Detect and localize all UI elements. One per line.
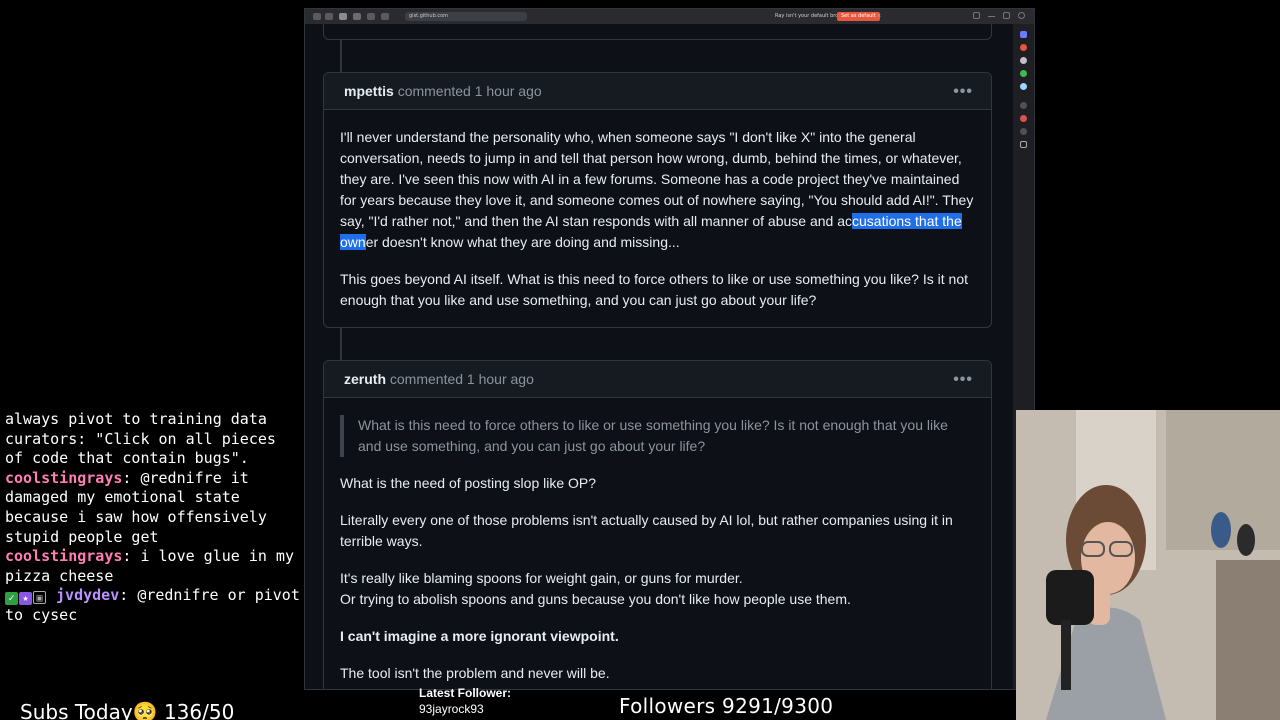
latest-follower-label: Latest Follower:	[419, 686, 512, 700]
stream-chat: always pivot to training data curators: …	[0, 410, 300, 626]
forward-icon[interactable]	[339, 13, 347, 20]
latest-follower-name: 93jayrock93	[419, 702, 484, 716]
app-icon[interactable]	[1020, 57, 1027, 64]
app-icon[interactable]	[1020, 102, 1027, 109]
app-icon[interactable]	[1020, 31, 1027, 38]
extensions-icon[interactable]	[973, 12, 980, 19]
app-icon[interactable]	[1020, 44, 1027, 51]
github-page: mpettis commented 1 hour ago ••• I'll ne…	[305, 24, 1013, 689]
chat-message: coolstingrays: i love glue in my pizza c…	[5, 547, 300, 586]
close-window-icon[interactable]	[1018, 12, 1025, 19]
chat-text: always pivot to training data curators: …	[5, 410, 285, 468]
comment-author[interactable]: zeruth	[344, 371, 386, 387]
app-icon[interactable]	[1020, 115, 1027, 122]
comment-paragraph: The tool isn't the problem and never wil…	[340, 665, 610, 681]
address-bar[interactable]: gist.github.com	[405, 12, 527, 21]
sub-badge-icon: ▣	[33, 591, 46, 605]
comment-meta[interactable]: commented 1 hour ago	[390, 371, 534, 387]
browser-titlebar: gist.github.com Ray isn't your default b…	[305, 9, 1034, 24]
maximize-icon[interactable]	[1003, 12, 1010, 19]
subs-today-counter: Subs Today🥺 136/50	[20, 700, 235, 720]
star-badge-icon: ★	[19, 592, 32, 606]
comment-paragraph: Literally every one of those problems is…	[340, 512, 953, 549]
sidebar-toggle-icon[interactable]	[313, 13, 321, 20]
chat-username: coolstingrays	[5, 468, 123, 487]
previous-comment	[323, 24, 992, 40]
close-banner-icon[interactable]: ×	[877, 12, 881, 21]
comment-author[interactable]: mpettis	[344, 83, 394, 99]
chat-message: coolstingrays: @rednifre it damaged my e…	[5, 469, 300, 547]
set-default-button[interactable]: Set as default	[837, 12, 880, 21]
comment-card: zeruth commented 1 hour ago ••• What is …	[323, 360, 992, 689]
app-icon[interactable]	[1020, 128, 1027, 135]
app-icon[interactable]	[1020, 70, 1027, 77]
reload-icon[interactable]	[353, 13, 361, 20]
comment-body: What is this need to force others to lik…	[324, 398, 991, 684]
chat-username: coolstingrays	[5, 547, 123, 566]
back-icon[interactable]	[325, 13, 333, 20]
comment-card: mpettis commented 1 hour ago ••• I'll ne…	[323, 72, 992, 328]
check-badge-icon: ✓	[5, 592, 18, 606]
quoted-text: What is this need to force others to lik…	[340, 415, 975, 457]
comment-paragraph: I'll never understand the personality wh…	[340, 127, 975, 253]
webcam-feed	[1016, 410, 1280, 720]
comment-header: mpettis commented 1 hour ago •••	[324, 73, 991, 110]
comment-meta[interactable]: commented 1 hour ago	[398, 83, 542, 99]
timeline-connector	[340, 328, 342, 360]
comment-paragraph: I can't imagine a more ignorant viewpoin…	[340, 628, 619, 644]
comment-body: I'll never understand the personality wh…	[324, 110, 991, 311]
chat-message: ✓ ★ ▣ jvdydev: @rednifre or pivot to cysec	[5, 586, 300, 625]
comment-header: zeruth commented 1 hour ago •••	[324, 361, 991, 398]
tab-icon[interactable]	[367, 13, 375, 20]
app-icon[interactable]	[1020, 83, 1027, 90]
chat-username: jvdydev	[56, 586, 120, 605]
app-icon[interactable]	[1020, 141, 1027, 148]
chat-separator: :	[122, 547, 141, 566]
paragraph-line: Or trying to abolish spoons and guns bec…	[340, 591, 851, 607]
chat-message: always pivot to training data curators: …	[5, 410, 300, 469]
chat-separator: :	[119, 586, 138, 605]
browser-window: gist.github.com Ray isn't your default b…	[304, 8, 1035, 690]
paragraph-line: It's really like blaming spoons for weig…	[340, 570, 743, 586]
paragraph-text: er doesn't know what they are doing and …	[365, 234, 680, 250]
timeline-connector	[340, 40, 342, 72]
comment-paragraph: What is the need of posting slop like OP…	[340, 475, 597, 491]
tab-icon[interactable]	[381, 13, 389, 20]
more-options-icon[interactable]: •••	[953, 361, 973, 398]
streamer-image	[1016, 410, 1280, 720]
comment-paragraph: This goes beyond AI itself. What is this…	[340, 271, 968, 308]
chat-text: @rednifre or pivot to cysec	[5, 586, 309, 624]
followers-counter: Followers 9291/9300	[619, 694, 834, 718]
minimize-icon[interactable]	[988, 12, 995, 17]
comment-paragraph: It's really like blaming spoons for weig…	[340, 568, 975, 610]
chat-separator: :	[122, 468, 141, 487]
more-options-icon[interactable]: •••	[953, 73, 973, 110]
